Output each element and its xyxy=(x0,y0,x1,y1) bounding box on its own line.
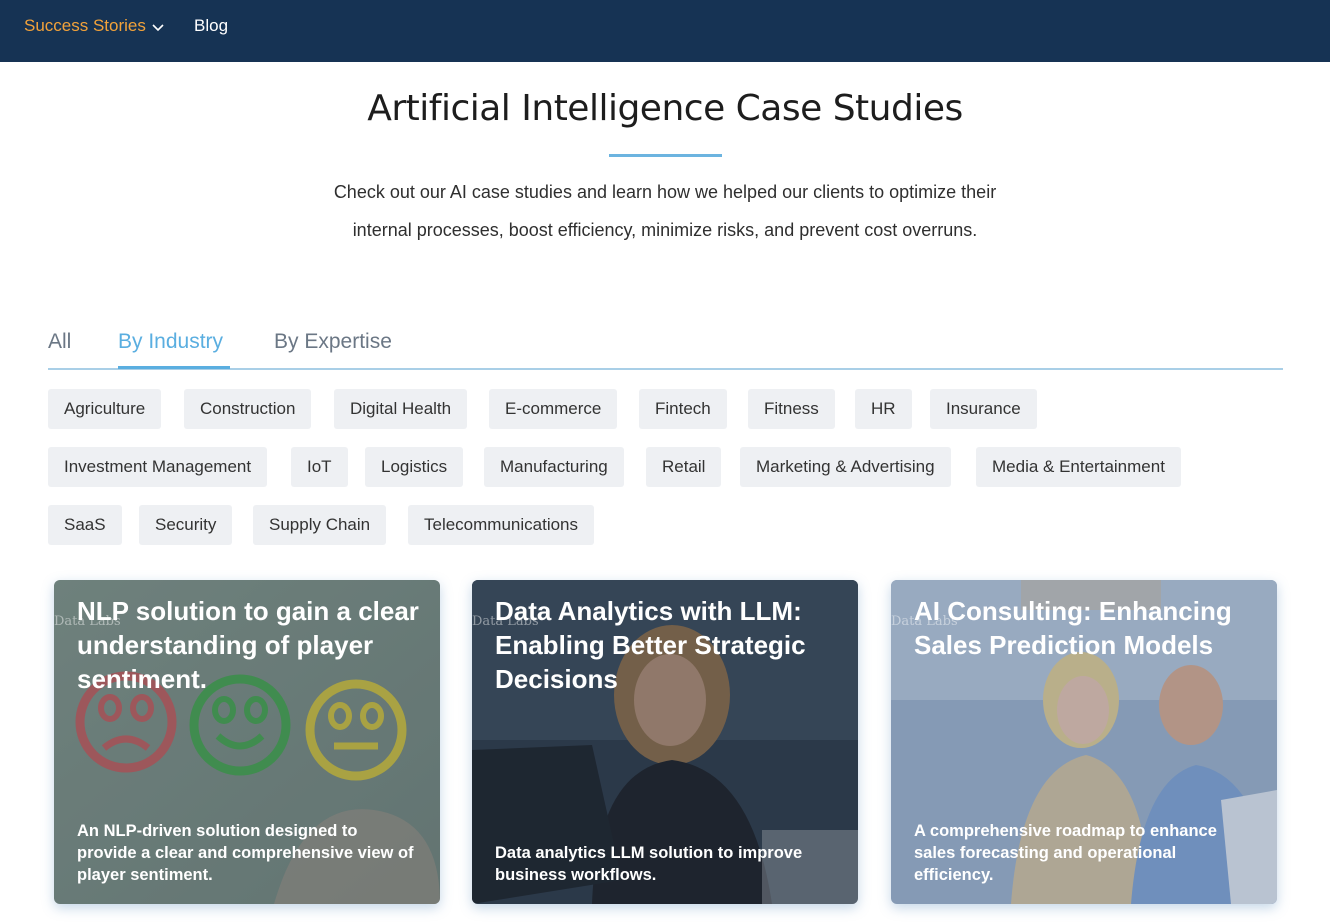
chevron-down-icon xyxy=(152,1,164,53)
chip-e-commerce[interactable]: E-commerce xyxy=(489,389,618,429)
case-study-card-llm[interactable]: Data Labs Data Analytics with LLM: Enabl… xyxy=(472,580,858,904)
nav-success-stories[interactable]: Success Stories xyxy=(24,0,164,52)
chip-retail[interactable]: Retail xyxy=(646,447,722,487)
chip-manufacturing[interactable]: Manufacturing xyxy=(484,447,624,487)
intro-text-line-2: internal processes, boost efficiency, mi… xyxy=(352,220,978,240)
title-divider xyxy=(609,154,722,157)
card-title: NLP solution to gain a clear understandi… xyxy=(77,596,419,694)
card-description: A comprehensive roadmap to enhance sales… xyxy=(914,822,1217,884)
chip-marketing-advertising[interactable]: Marketing & Advertising xyxy=(740,447,951,487)
chip-security[interactable]: Security xyxy=(139,505,233,545)
chip-construction[interactable]: Construction xyxy=(184,389,312,429)
card-title: Data Analytics with LLM: Enabling Better… xyxy=(495,596,806,694)
intro-text-line-1: Check out our AI case studies and learn … xyxy=(333,182,997,202)
nav-success-stories-label: Success Stories xyxy=(24,16,146,35)
top-navigation: Success Stories Blog xyxy=(0,0,1330,62)
chip-saas[interactable]: SaaS xyxy=(48,505,122,545)
card-description: Data analytics LLM solution to improve b… xyxy=(495,844,803,884)
chip-supply-chain[interactable]: Supply Chain xyxy=(253,505,387,545)
chip-iot[interactable]: IoT xyxy=(291,447,348,487)
chip-agriculture[interactable]: Agriculture xyxy=(48,389,162,429)
card-title: AI Consulting: Enhancing Sales Predictio… xyxy=(914,596,1232,660)
chip-digital-health[interactable]: Digital Health xyxy=(334,389,468,429)
chip-insurance[interactable]: Insurance xyxy=(930,389,1037,429)
tab-by-industry[interactable]: By Industry xyxy=(118,330,223,354)
tabs-divider xyxy=(48,368,1283,370)
chip-fintech[interactable]: Fintech xyxy=(639,389,727,429)
tab-by-expertise[interactable]: By Expertise xyxy=(274,330,392,354)
active-tab-indicator xyxy=(118,366,230,369)
case-study-card-nlp[interactable]: Data Labs NLP solution to gain a clear u… xyxy=(54,580,440,904)
chip-investment-management[interactable]: Investment Management xyxy=(48,447,268,487)
case-study-card-ai-consulting[interactable]: Data Labs AI Consulting: Enhancing Sales… xyxy=(891,580,1277,904)
card-description: An NLP-driven solution designed to provi… xyxy=(77,822,414,884)
chip-logistics[interactable]: Logistics xyxy=(365,447,464,487)
chip-fitness[interactable]: Fitness xyxy=(748,389,835,429)
chip-media-entertainment[interactable]: Media & Entertainment xyxy=(976,447,1181,487)
nav-blog[interactable]: Blog xyxy=(194,0,228,52)
page-title: Artificial Intelligence Case Studies xyxy=(367,88,963,129)
tab-all[interactable]: All xyxy=(48,330,71,354)
chip-telecommunications[interactable]: Telecommunications xyxy=(408,505,595,545)
chip-hr[interactable]: HR xyxy=(855,389,912,429)
